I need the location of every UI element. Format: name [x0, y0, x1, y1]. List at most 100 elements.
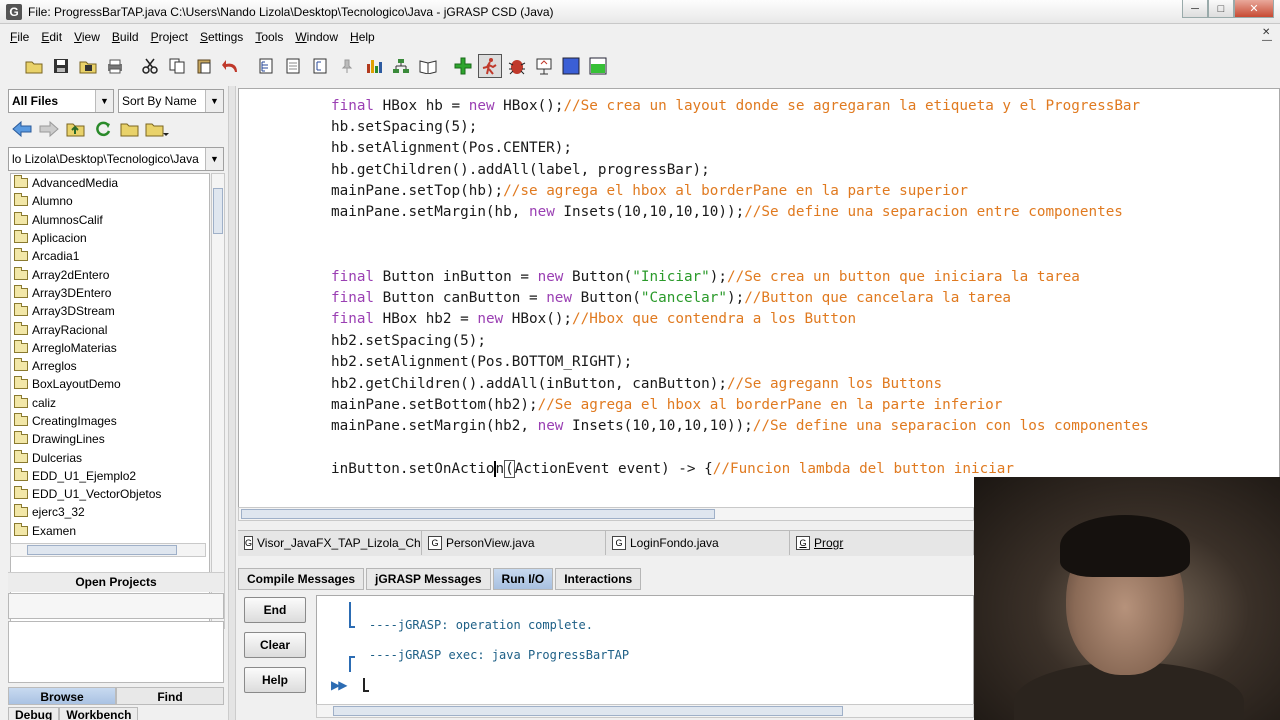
- end-button[interactable]: End: [244, 597, 306, 623]
- folder-item[interactable]: caliz: [11, 394, 209, 412]
- compile-icon[interactable]: [451, 54, 475, 78]
- code-line: hb2.getChildren().addAll(inButton, canBu…: [331, 374, 942, 394]
- folder-item[interactable]: Alumno: [11, 192, 209, 210]
- menu-help[interactable]: Help: [344, 30, 381, 44]
- folder-item[interactable]: ArregloMaterias: [11, 339, 209, 357]
- refresh-icon[interactable]: [91, 117, 115, 141]
- maximize-button[interactable]: □: [1208, 0, 1234, 18]
- scroll-thumb[interactable]: [27, 545, 177, 555]
- bar-chart-icon[interactable]: [362, 54, 386, 78]
- folder-label: Array3DStream: [32, 304, 115, 319]
- folder-item[interactable]: Arreglos: [11, 357, 209, 375]
- tab-interactions[interactable]: Interactions: [555, 568, 642, 590]
- path-select[interactable]: lo Lizola\Desktop\Tecnologico\Java ▼: [8, 147, 224, 171]
- scroll-thumb[interactable]: [333, 706, 843, 716]
- menu-file[interactable]: File: [4, 30, 35, 44]
- uml-icon[interactable]: [389, 54, 413, 78]
- folder-icon: [14, 321, 28, 335]
- file-filter-select[interactable]: All Files ▼: [8, 89, 114, 113]
- file-tab[interactable]: G PersonView.java: [422, 531, 606, 555]
- folder-item[interactable]: AlumnosCalif: [11, 211, 209, 229]
- minimize-button[interactable]: ─: [1182, 0, 1208, 18]
- print-icon[interactable]: [103, 54, 127, 78]
- tree-horizontal-scrollbar[interactable]: [10, 543, 206, 557]
- save-all-icon[interactable]: [76, 54, 100, 78]
- folder-menu-icon[interactable]: [145, 117, 169, 141]
- tree-vertical-scrollbar[interactable]: [211, 173, 225, 629]
- menu-build[interactable]: Build: [106, 30, 145, 44]
- panel-splitter[interactable]: [228, 86, 236, 720]
- folder-item[interactable]: Arcadia1: [11, 247, 209, 265]
- tab-jgrasp-messages[interactable]: jGRASP Messages: [366, 568, 491, 590]
- menu-window[interactable]: Window: [289, 30, 344, 44]
- pin-icon[interactable]: [335, 54, 359, 78]
- file-tab[interactable]: GVisor_JavaFX_TAP_Lizola_Chav...: [238, 531, 422, 555]
- folder-item[interactable]: AdvancedMedia: [11, 174, 209, 192]
- code-keyword: final: [331, 269, 375, 285]
- cut-icon[interactable]: [138, 54, 162, 78]
- folder-label: caliz: [32, 395, 57, 410]
- folder-item[interactable]: ArrayRacional: [11, 320, 209, 338]
- book-icon[interactable]: [416, 54, 440, 78]
- code-editor[interactable]: inButton.setOnAction(ActionEvent event) …: [238, 88, 1280, 508]
- sort-select[interactable]: Sort By Name ▼: [118, 89, 224, 113]
- menu-view[interactable]: View: [68, 30, 106, 44]
- green-square-icon[interactable]: [586, 54, 610, 78]
- clear-button[interactable]: Clear: [244, 632, 306, 658]
- folder-item[interactable]: Examen: [11, 522, 209, 540]
- run-icon[interactable]: [478, 54, 502, 78]
- tab-find[interactable]: Find: [116, 687, 224, 705]
- back-arrow-icon[interactable]: [10, 117, 34, 141]
- code-keyword: new: [537, 269, 564, 285]
- folder-icon: [14, 486, 28, 500]
- menu-project[interactable]: Project: [145, 30, 194, 44]
- folder-item[interactable]: Array3DStream: [11, 302, 209, 320]
- folder-item[interactable]: Dulcerias: [11, 448, 209, 466]
- tab-run-i-o[interactable]: Run I/O: [492, 568, 554, 590]
- tab-browse[interactable]: Browse: [8, 687, 116, 705]
- paste-icon[interactable]: [192, 54, 216, 78]
- run-io-console[interactable]: ----jGRASP: operation complete. ----jGRA…: [316, 595, 974, 705]
- open-folder-icon[interactable]: [22, 54, 46, 78]
- menu-settings[interactable]: Settings: [194, 30, 249, 44]
- io-horizontal-scrollbar[interactable]: [316, 704, 974, 718]
- copy-icon[interactable]: [165, 54, 189, 78]
- undo-icon[interactable]: [219, 54, 243, 78]
- folder-item[interactable]: BoxLayoutDemo: [11, 375, 209, 393]
- save-icon[interactable]: [49, 54, 73, 78]
- applet-icon[interactable]: [532, 54, 556, 78]
- folder-item[interactable]: EDD_U1_Ejemplo2: [11, 467, 209, 485]
- scroll-thumb[interactable]: [213, 188, 223, 234]
- menu-tools[interactable]: Tools: [249, 30, 289, 44]
- tab-workbench[interactable]: Workbench: [59, 707, 139, 720]
- folder-item[interactable]: Array3DEntero: [11, 284, 209, 302]
- folder-item[interactable]: Array2dEntero: [11, 265, 209, 283]
- forward-arrow-icon[interactable]: [37, 117, 61, 141]
- folder-item[interactable]: Aplicacion: [11, 229, 209, 247]
- csd-remove-icon[interactable]: [281, 54, 305, 78]
- folder-icon: [14, 284, 28, 298]
- folder-item[interactable]: CreatingImages: [11, 412, 209, 430]
- up-folder-icon[interactable]: [64, 117, 88, 141]
- editor-horizontal-scrollbar[interactable]: [238, 507, 974, 521]
- folder-icon[interactable]: [118, 117, 142, 141]
- tab-debug[interactable]: Debug: [8, 707, 60, 720]
- scroll-thumb[interactable]: [241, 509, 715, 519]
- file-tab[interactable]: G Progr: [790, 531, 974, 555]
- open-projects-list[interactable]: [8, 621, 224, 683]
- csd-generate-icon[interactable]: [254, 54, 278, 78]
- file-tab[interactable]: G LoginFondo.java: [606, 531, 790, 555]
- folder-icon: [14, 431, 28, 445]
- help-button[interactable]: Help: [244, 667, 306, 693]
- code-text: Button canButton =: [374, 290, 547, 306]
- tab-compile-messages[interactable]: Compile Messages: [238, 568, 365, 590]
- folder-item[interactable]: EDD_U1_VectorObjetos: [11, 485, 209, 503]
- menu-edit[interactable]: Edit: [35, 30, 68, 44]
- close-button[interactable]: ✕: [1234, 0, 1274, 18]
- folder-item[interactable]: ejerc3_32: [11, 503, 209, 521]
- blue-square-icon[interactable]: [559, 54, 583, 78]
- fold-icon[interactable]: [308, 54, 332, 78]
- folder-item[interactable]: DrawingLines: [11, 430, 209, 448]
- debug-bug-icon[interactable]: [505, 54, 529, 78]
- desktop-close-icon[interactable]: ✕ —: [1262, 28, 1272, 46]
